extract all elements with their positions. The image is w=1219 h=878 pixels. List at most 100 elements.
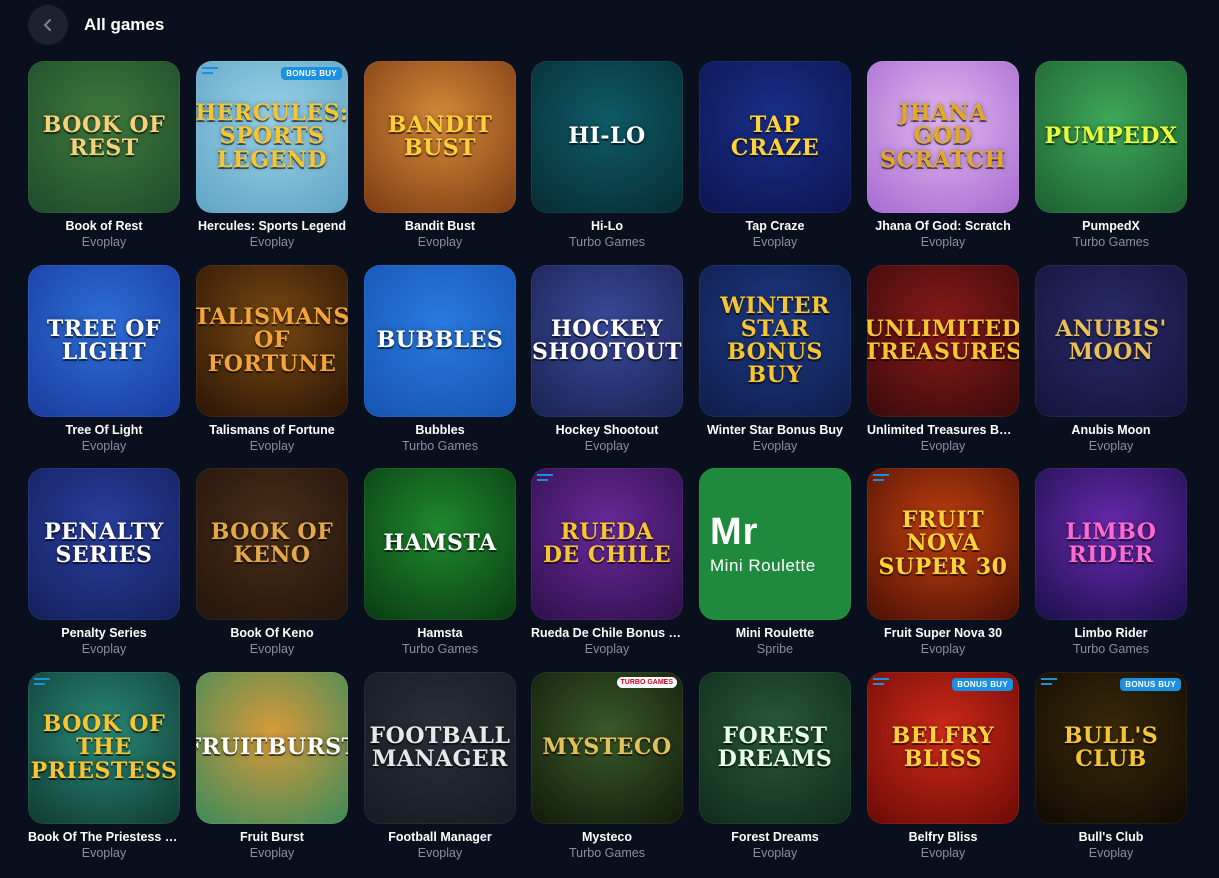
game-name[interactable]: Book Of The Priestess B…	[28, 830, 180, 844]
bonus-buy-badge: BONUS BUY	[1120, 678, 1181, 691]
game-name[interactable]: Hercules: Sports Legend	[196, 219, 348, 233]
game-card[interactable]: Mr Mini Roulette Mini Roulette Spribe	[699, 468, 851, 668]
game-card[interactable]: Bubbles Bubbles Turbo Games	[364, 265, 516, 465]
game-name[interactable]: Bandit Bust	[364, 219, 516, 233]
game-name[interactable]: Hockey Shootout	[531, 423, 683, 437]
game-thumbnail[interactable]: Tap Craze	[699, 61, 851, 213]
game-thumbnail[interactable]: Anubis' Moon	[1035, 265, 1187, 417]
game-card[interactable]: Hockey Shootout Hockey Shootout Evoplay	[531, 265, 683, 465]
provider-logo-icon	[873, 474, 889, 486]
game-thumbnail[interactable]: Hercules: Sports Legend BONUS BUY	[196, 61, 348, 213]
game-card[interactable]: Limbo Rider Limbo Rider Turbo Games	[1035, 468, 1187, 668]
game-name[interactable]: Hi-Lo	[531, 219, 683, 233]
game-thumbnail[interactable]: Unlimited Treasures	[867, 265, 1019, 417]
back-button[interactable]	[28, 5, 68, 45]
game-thumbnail[interactable]: Forest Dreams	[699, 672, 851, 824]
game-thumbnail[interactable]: Talismans of Fortune	[196, 265, 348, 417]
game-name[interactable]: Tap Craze	[699, 219, 851, 233]
game-card[interactable]: Hercules: Sports Legend BONUS BUY Hercules…	[196, 61, 348, 261]
game-card[interactable]: Penalty Series Penalty Series Evoplay	[28, 468, 180, 668]
game-name[interactable]: Jhana Of God: Scratch	[867, 219, 1019, 233]
provider-logo-icon	[873, 678, 889, 690]
game-art-title: Football Manager	[369, 722, 511, 772]
game-card[interactable]: Tap Craze Tap Craze Evoplay	[699, 61, 851, 261]
game-art-title: Bull's Club	[1063, 722, 1159, 772]
game-card[interactable]: Book of Keno Book Of Keno Evoplay	[196, 468, 348, 668]
game-thumbnail[interactable]: Football Manager	[364, 672, 516, 824]
game-card[interactable]: PumpedX PumpedX Turbo Games	[1035, 61, 1187, 261]
bonus-buy-badge: BONUS BUY	[281, 67, 342, 80]
page-title: All games	[84, 15, 165, 34]
game-name[interactable]: Talismans of Fortune	[196, 423, 348, 437]
game-name[interactable]: Unlimited Treasures Bo…	[867, 423, 1019, 437]
game-thumbnail[interactable]: Mysteco TURBO GAMES	[531, 672, 683, 824]
game-thumbnail[interactable]: HI-LO	[531, 61, 683, 213]
game-card[interactable]: Forest Dreams Forest Dreams Evoplay	[699, 672, 851, 872]
game-thumbnail[interactable]: Bandit Bust	[364, 61, 516, 213]
game-card[interactable]: Book of Rest Book of Rest Evoplay	[28, 61, 180, 261]
game-thumbnail[interactable]: Hamsta	[364, 468, 516, 620]
game-thumbnail[interactable]: FruitBurst	[196, 672, 348, 824]
game-name[interactable]: Book Of Keno	[196, 626, 348, 640]
game-thumbnail[interactable]: Book of the Priestess	[28, 672, 180, 824]
game-name[interactable]: Rueda De Chile Bonus B…	[531, 626, 683, 640]
game-name[interactable]: Bull's Club	[1035, 830, 1187, 844]
game-thumbnail[interactable]: Fruit Nova Super 30	[867, 468, 1019, 620]
game-card[interactable]: Jhana God Scratch Jhana Of God: Scratch Ev…	[867, 61, 1019, 261]
game-card[interactable]: FruitBurst Fruit Burst Evoplay	[196, 672, 348, 872]
game-thumbnail[interactable]: Bubbles	[364, 265, 516, 417]
game-thumbnail[interactable]: Jhana God Scratch	[867, 61, 1019, 213]
bonus-buy-badge: BONUS BUY	[952, 678, 1013, 691]
game-art-title: PumpedX	[1044, 123, 1178, 150]
game-thumbnail[interactable]: Book of Rest	[28, 61, 180, 213]
game-thumbnail[interactable]: Book of Keno	[196, 468, 348, 620]
game-art-title: Bubbles	[376, 327, 504, 354]
game-name[interactable]: Limbo Rider	[1035, 626, 1187, 640]
game-card[interactable]: Football Manager Football Manager Evoplay	[364, 672, 516, 872]
game-name[interactable]: Football Manager	[364, 830, 516, 844]
game-card[interactable]: Bull's Club BONUS BUY Bull's Club Evoplay	[1035, 672, 1187, 872]
game-card[interactable]: Unlimited Treasures Unlimited Treasures B…	[867, 265, 1019, 465]
game-card[interactable]: Tree of Light Tree Of Light Evoplay	[28, 265, 180, 465]
game-name[interactable]: Fruit Super Nova 30	[867, 626, 1019, 640]
game-name[interactable]: Winter Star Bonus Buy	[699, 423, 851, 437]
game-card[interactable]: Hamsta Hamsta Turbo Games	[364, 468, 516, 668]
game-name[interactable]: Forest Dreams	[699, 830, 851, 844]
game-name[interactable]: Anubis Moon	[1035, 423, 1187, 437]
game-name[interactable]: Mysteco	[531, 830, 683, 844]
game-art-title: Fruit Nova Super 30	[878, 507, 1008, 580]
game-card[interactable]: Winter Star Bonus Buy Winter Star Bonus B…	[699, 265, 851, 465]
game-card[interactable]: Rueda de Chile Rueda De Chile Bonus B… Evo…	[531, 468, 683, 668]
game-name[interactable]: Penalty Series	[28, 626, 180, 640]
game-thumbnail[interactable]: Hockey Shootout	[531, 265, 683, 417]
game-art-title: Jhana God Scratch	[880, 100, 1006, 173]
game-name[interactable]: Tree Of Light	[28, 423, 180, 437]
game-thumbnail[interactable]: Penalty Series	[28, 468, 180, 620]
game-thumbnail[interactable]: PumpedX	[1035, 61, 1187, 213]
game-card[interactable]: Fruit Nova Super 30 Fruit Super Nova 30 Ev…	[867, 468, 1019, 668]
game-name[interactable]: Belfry Bliss	[867, 830, 1019, 844]
game-name[interactable]: Bubbles	[364, 423, 516, 437]
game-provider: Turbo Games	[569, 846, 645, 860]
game-thumbnail[interactable]: Bull's Club BONUS BUY	[1035, 672, 1187, 824]
game-card[interactable]: HI-LO Hi-Lo Turbo Games	[531, 61, 683, 261]
game-thumbnail[interactable]: Mr Mini Roulette	[699, 468, 851, 620]
game-name[interactable]: Fruit Burst	[196, 830, 348, 844]
game-thumbnail[interactable]: Winter Star Bonus Buy	[699, 265, 851, 417]
game-name[interactable]: Hamsta	[364, 626, 516, 640]
game-thumbnail[interactable]: Tree of Light	[28, 265, 180, 417]
game-thumbnail[interactable]: Belfry Bliss BONUS BUY	[867, 672, 1019, 824]
game-name[interactable]: Book of Rest	[28, 219, 180, 233]
game-card[interactable]: Bandit Bust Bandit Bust Evoplay	[364, 61, 516, 261]
game-name[interactable]: Mini Roulette	[699, 626, 851, 640]
game-provider: Evoplay	[81, 642, 127, 656]
game-card[interactable]: Mysteco TURBO GAMES Mysteco Turbo Games	[531, 672, 683, 872]
game-thumbnail[interactable]: Limbo Rider	[1035, 468, 1187, 620]
game-card[interactable]: Belfry Bliss BONUS BUY Belfry Bliss Evoplay	[867, 672, 1019, 872]
game-card[interactable]: Anubis' Moon Anubis Moon Evoplay	[1035, 265, 1187, 465]
game-art-title: Belfry Bliss	[891, 722, 995, 772]
game-thumbnail[interactable]: Rueda de Chile	[531, 468, 683, 620]
game-card[interactable]: Book of the Priestess Book Of The Prieste…	[28, 672, 180, 872]
game-name[interactable]: PumpedX	[1035, 219, 1187, 233]
game-card[interactable]: Talismans of Fortune Talismans of Fortune…	[196, 265, 348, 465]
